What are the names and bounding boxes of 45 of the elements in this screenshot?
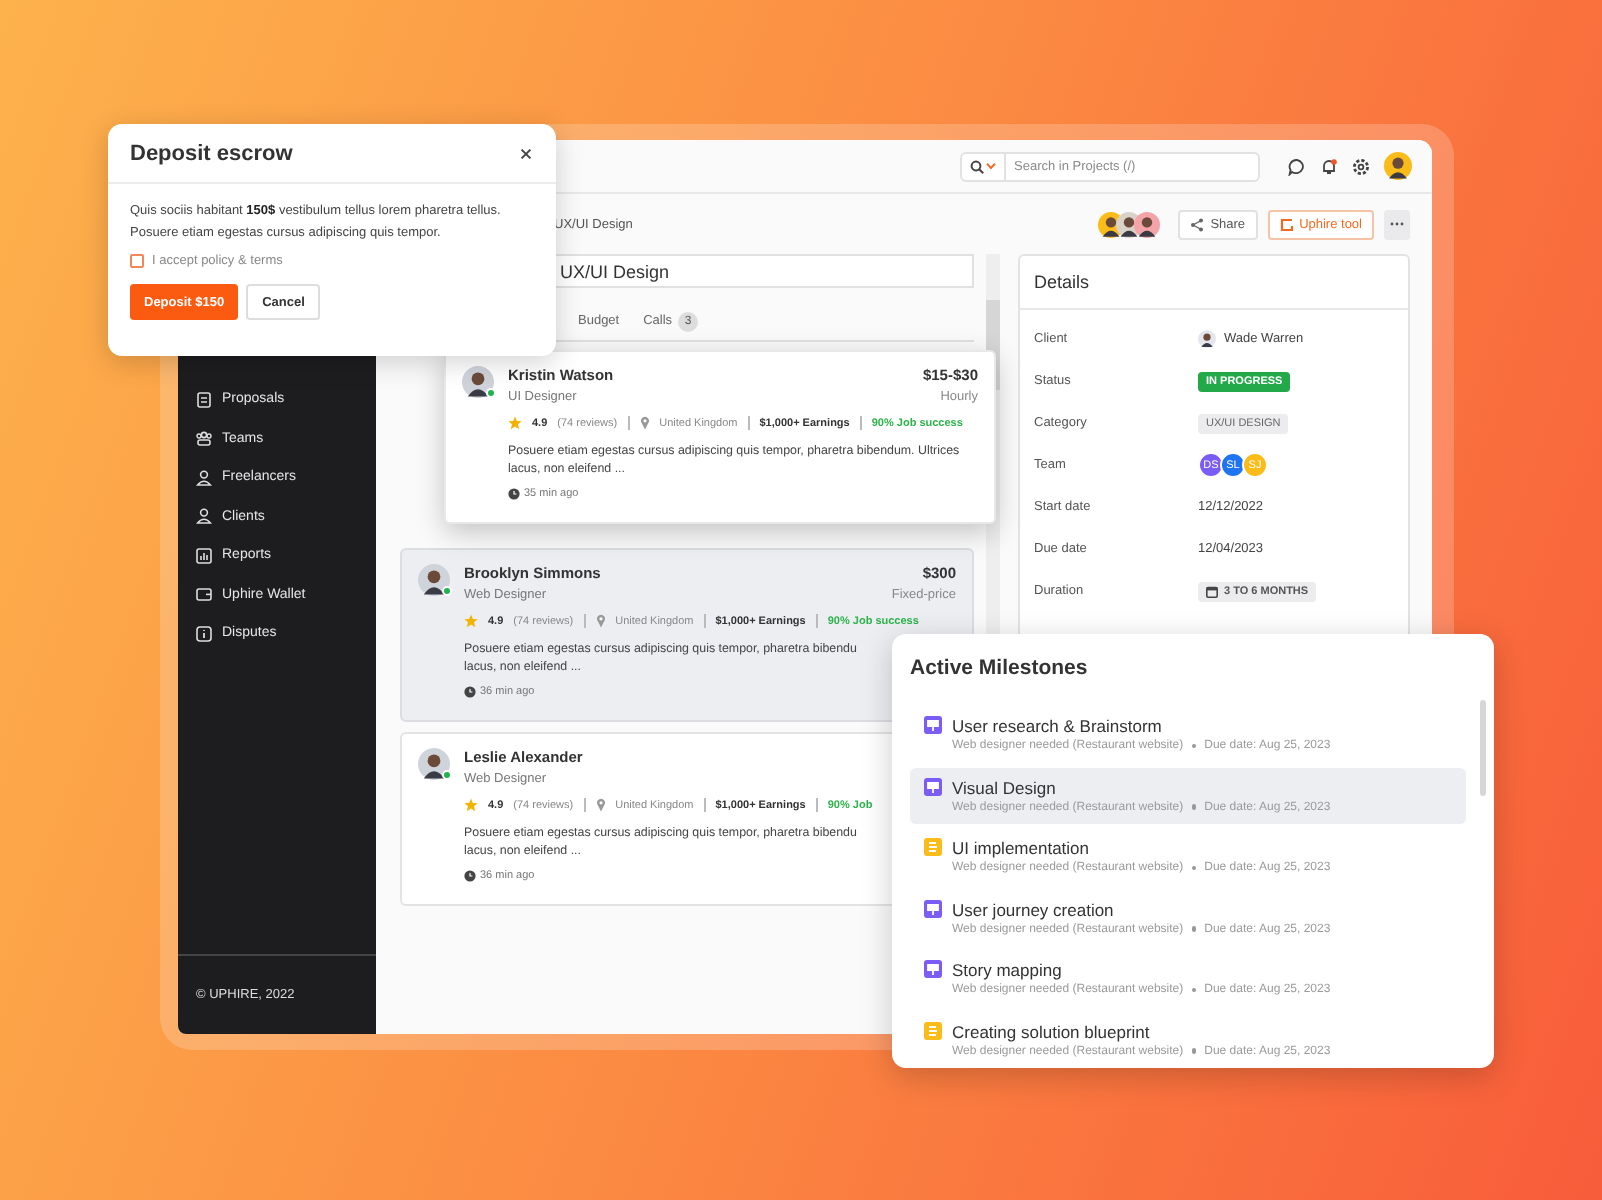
caret-icon — [986, 162, 996, 170]
settings-icon[interactable] — [1352, 157, 1370, 175]
clock-icon — [464, 870, 476, 882]
calendar-icon — [1206, 585, 1218, 597]
close-icon[interactable] — [520, 147, 532, 159]
document-icon — [196, 391, 212, 408]
milestone-name: Story mapping — [952, 960, 1064, 980]
logo-icon — [1279, 217, 1294, 231]
scrollbar[interactable] — [1480, 700, 1486, 796]
user-avatar — [1384, 152, 1412, 180]
pin-icon — [639, 416, 650, 430]
person-icon — [196, 469, 212, 486]
checkbox[interactable] — [130, 254, 144, 268]
avatar — [418, 564, 450, 596]
milestone-name: User journey creation — [952, 899, 1116, 919]
panel-title: Details — [1034, 272, 1090, 292]
avatar — [462, 366, 494, 398]
search-icon — [970, 159, 984, 173]
milestone-name: UI implementation — [952, 838, 1092, 858]
member-avatar — [1134, 211, 1161, 237]
pin-icon — [595, 614, 606, 628]
clock-icon — [464, 686, 476, 698]
pin-icon — [595, 798, 606, 812]
star-icon — [508, 416, 522, 430]
avatar — [418, 748, 450, 780]
milestone-name: Creating solution blueprint — [952, 1021, 1152, 1041]
milestone-name: User research & Brainstorm — [952, 716, 1164, 736]
bell-icon[interactable] — [1320, 157, 1338, 175]
share-icon — [1190, 217, 1205, 231]
star-icon — [464, 614, 478, 628]
milestone-name: Visual Design — [952, 777, 1058, 797]
wallet-icon — [196, 586, 212, 603]
clock-icon — [508, 488, 520, 500]
dialog-title: Deposit escrow — [130, 141, 293, 165]
info-icon — [196, 625, 212, 642]
freelancer-card[interactable] — [400, 548, 974, 722]
freelancer-popup-dialog[interactable] — [444, 350, 996, 524]
search-scope-button[interactable] — [960, 151, 1006, 181]
people-icon — [196, 430, 212, 447]
person-icon — [196, 508, 212, 525]
chat-icon[interactable] — [1288, 157, 1306, 175]
chart-icon — [196, 547, 212, 564]
panel-title: Active Milestones — [908, 654, 1090, 684]
star-icon — [464, 798, 478, 812]
client-avatar — [1198, 330, 1216, 348]
